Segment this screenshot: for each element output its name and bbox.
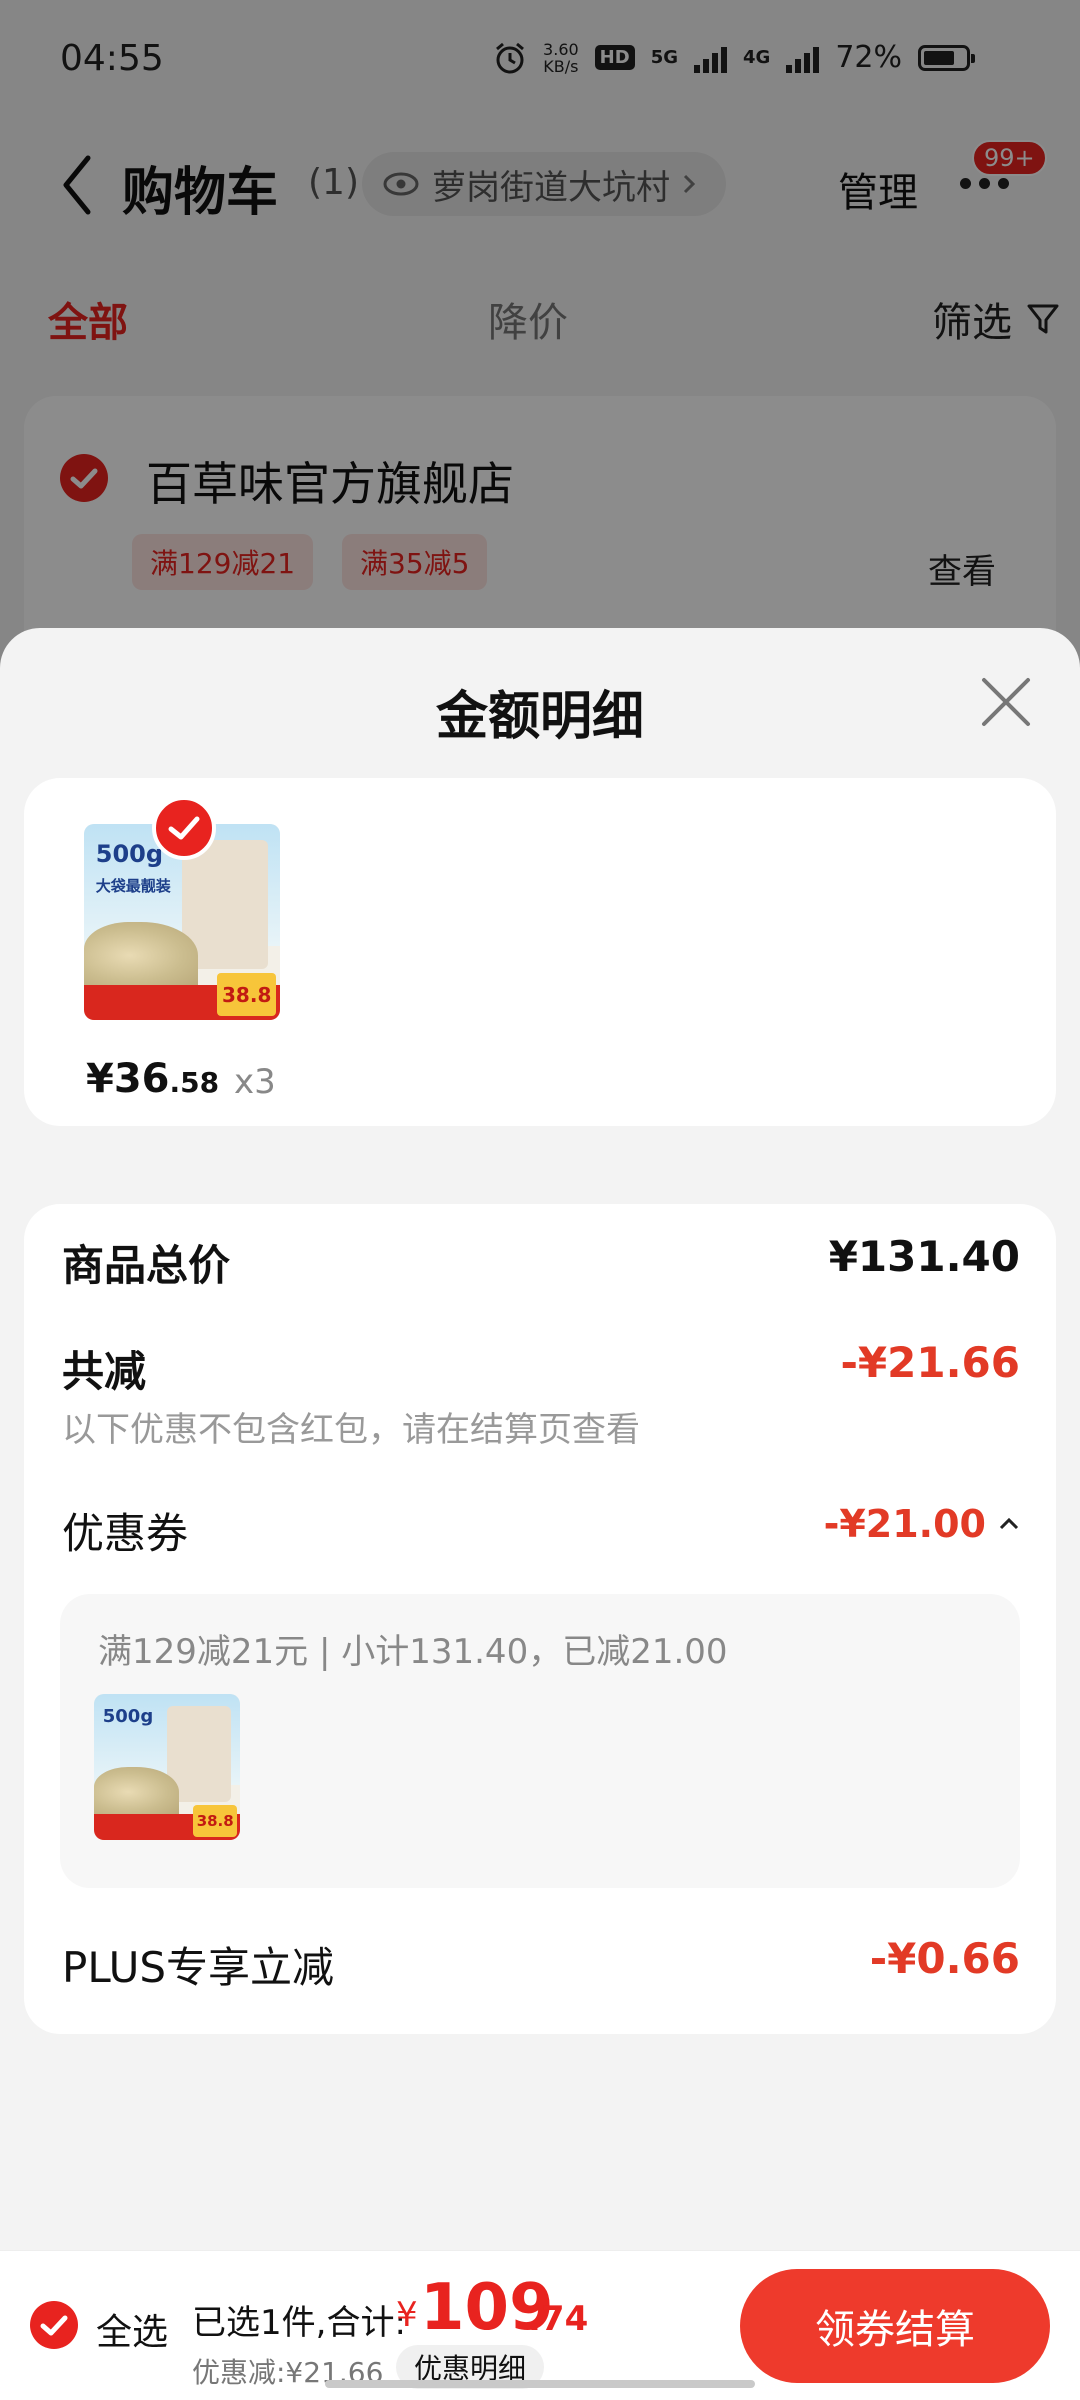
check-icon bbox=[40, 2315, 68, 2336]
coupon-product-thumbnail: 500g 38.8 bbox=[94, 1694, 240, 1840]
product-image-weight: 500g bbox=[95, 839, 164, 868]
coupon-toggle[interactable]: -¥21.00 bbox=[824, 1502, 1020, 1546]
item-price-decimal: .58 bbox=[169, 1066, 220, 1099]
coupon-label: 优惠券 bbox=[62, 1509, 189, 1558]
coupon-detail-box: 满129减21元 | 小计131.40，已减21.00 500g 38.8 bbox=[60, 1594, 1020, 1888]
goods-total-label: 商品总价 bbox=[62, 1241, 231, 1290]
item-price: ¥36.58 bbox=[86, 1056, 219, 1102]
thumb-image-price: 38.8 bbox=[193, 1804, 238, 1838]
home-indicator[interactable] bbox=[325, 2380, 755, 2388]
goods-card: 500g 大袋最靓装 38.8 ¥36.58 x3 bbox=[24, 778, 1056, 1126]
check-icon bbox=[168, 816, 200, 840]
product-image-tagline: 大袋最靓装 bbox=[95, 876, 171, 895]
product-selected-badge bbox=[152, 796, 216, 860]
selected-summary: 已选1件,合计: bbox=[192, 2303, 406, 2343]
thumb-image-weight: 500g bbox=[102, 1705, 154, 1727]
amount-detail-sheet: 金额明细 500g 大袋最靓装 38.8 ¥36.58 x3 商品总价 ¥131… bbox=[0, 628, 1080, 2400]
total-amount-decimal: .74 bbox=[528, 2299, 589, 2339]
plus-discount-label: PLUS专享立减 bbox=[62, 1943, 335, 1992]
select-all-checkbox[interactable] bbox=[30, 2301, 78, 2349]
price-breakdown-card: 商品总价 ¥131.40 共减 -¥21.66 以下优惠不包含红包，请在结算页查… bbox=[24, 1204, 1056, 2034]
total-reduction-value: -¥21.66 bbox=[840, 1338, 1020, 1387]
checkout-bar: 全选 已选1件,合计: ¥ 109 .74 优惠减:¥21.66 优惠明细 领券… bbox=[0, 2250, 1080, 2400]
reduction-note: 以下优惠不包含红包，请在结算页查看 bbox=[62, 1410, 640, 1450]
item-quantity: x3 bbox=[234, 1062, 276, 1102]
sheet-title: 金额明细 bbox=[435, 687, 644, 747]
goods-total-value: ¥131.40 bbox=[828, 1232, 1020, 1281]
coupon-value: -¥21.00 bbox=[823, 1502, 986, 1546]
item-price-main: ¥36 bbox=[86, 1056, 170, 1102]
checkout-button[interactable]: 领券结算 bbox=[740, 2269, 1050, 2383]
chevron-up-icon bbox=[999, 1517, 1019, 1530]
select-all-label[interactable]: 全选 bbox=[96, 2303, 168, 2355]
total-reduction-label: 共减 bbox=[62, 1347, 147, 1396]
close-icon[interactable] bbox=[976, 672, 1036, 732]
product-image-price: 38.8 bbox=[217, 972, 277, 1017]
total-currency: ¥ bbox=[396, 2295, 418, 2335]
plus-discount-value: -¥0.66 bbox=[869, 1934, 1020, 1983]
coupon-detail-text: 满129减21元 | 小计131.40，已减21.00 bbox=[98, 1632, 728, 1672]
